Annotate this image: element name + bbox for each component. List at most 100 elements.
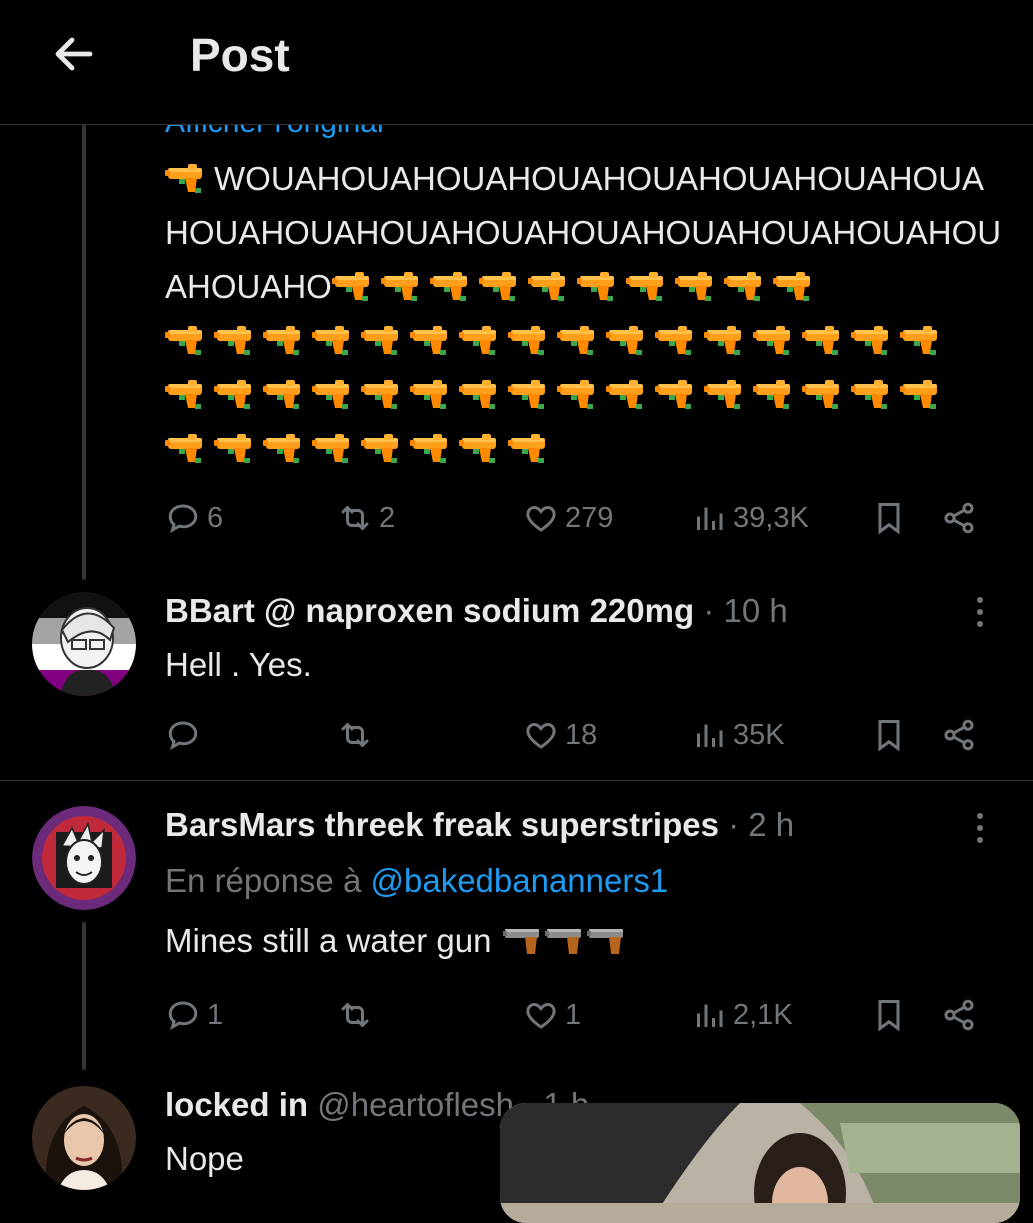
avatar-locked-in[interactable] [32,1086,136,1190]
reply-button[interactable]: 1 [165,993,223,1037]
views-button[interactable]: 35K [691,713,785,757]
share-icon [944,719,974,751]
bookmark-icon [878,720,900,752]
water-gun-icon [410,372,450,409]
reply-text: Nope [165,1140,244,1177]
water-gun-icon [900,318,940,355]
water-gun-icon [508,318,548,355]
more-icon [977,597,983,627]
reply-header: BarsMars threek freak superstripes · 2 h [165,806,794,844]
water-gun-icon [557,372,597,409]
water-gun-icon [655,318,695,355]
water-gun-icon [312,318,352,355]
bookmark-icon [878,503,900,535]
water-gun-icon [214,318,254,355]
water-gun-icon-rows [165,314,1005,476]
views-count: 2,1K [733,998,793,1031]
water-gun-icon [380,264,421,301]
water-gun-icon [674,264,715,301]
post-text: WOUAHOUAHOUAHOUAHOUAHOUAHOUAHOUAHOUAHOUA… [165,152,1005,476]
bookmark-icon [878,1000,900,1032]
views-button[interactable]: 2,1K [691,993,793,1037]
water-gun-icon [900,372,940,409]
water-gun-icon [704,372,744,409]
water-gun-icon [753,372,793,409]
water-gun-icon [312,372,352,409]
avatar-bbart[interactable] [32,592,136,696]
water-gun-icon [625,264,666,301]
bookmark-button[interactable] [871,713,907,757]
share-icon [944,999,974,1031]
water-gun-icon [165,426,205,463]
floating-video-player[interactable] [500,1103,1020,1223]
divider [0,780,1033,781]
reply-button[interactable]: 6 [165,496,223,540]
water-gun-icon [459,372,499,409]
replying-to-label: En réponse à [165,862,362,899]
reply-button[interactable] [165,713,207,757]
water-gun-icon [214,426,254,463]
water-gun-icon [802,318,842,355]
water-gun-icon [772,264,813,301]
water-gun-icon [263,318,303,355]
reply-count: 6 [207,501,224,534]
post-time[interactable]: · 2 h [728,806,794,843]
pistol-icon [502,926,543,956]
water-gun-row [165,368,1005,422]
mention-link[interactable]: @bakedbananners1 [370,862,668,899]
share-button[interactable] [941,713,977,757]
thread-line-reply [82,922,86,1070]
water-gun-icon [723,264,764,301]
water-gun-icon [331,264,372,301]
water-gun-icon [508,372,548,409]
like-icon [526,505,556,532]
replying-to: En réponse à @bakedbananners1 [165,862,668,900]
bookmark-button[interactable] [871,496,907,540]
water-gun-icon [361,318,401,355]
pistol-icon [586,926,627,956]
reply-icon [168,1001,198,1031]
water-gun-icon [704,318,744,355]
post-time[interactable]: · 10 h [703,592,787,629]
like-button[interactable]: 279 [523,496,613,540]
back-arrow-icon [55,37,93,71]
avatar-barsmars[interactable] [32,806,136,910]
water-gun-icon [165,156,205,193]
water-gun-icon [459,318,499,355]
water-gun-icon [527,264,568,301]
repost-button[interactable] [337,713,379,757]
views-button[interactable]: 39,3K [691,496,809,540]
water-gun-icon [459,426,499,463]
more-icon [977,813,983,843]
more-button[interactable] [966,808,994,852]
water-gun-icon [753,318,793,355]
water-gun-icon [410,318,450,355]
more-button[interactable] [966,592,994,636]
reply-icon [168,721,198,751]
share-icon [944,502,974,534]
like-button[interactable]: 18 [523,713,597,757]
water-gun-icon [429,264,470,301]
repost-icon [341,723,369,747]
water-gun-icon [165,372,205,409]
share-button[interactable] [941,993,977,1037]
reply-header: BBart @ naproxen sodium 220mg · 10 h [165,592,788,630]
like-count: 18 [565,718,598,751]
pistol-icons [501,922,627,959]
repost-count: 2 [379,501,396,534]
repost-button[interactable] [337,993,379,1037]
author-name[interactable]: locked in [165,1086,308,1123]
like-button[interactable]: 1 [523,993,581,1037]
author-name[interactable]: BBart @ naproxen sodium 220mg [165,592,694,629]
share-button[interactable] [941,496,977,540]
views-count: 39,3K [733,501,809,534]
pistol-icon [544,926,585,956]
repost-button[interactable]: 2 [337,496,395,540]
water-gun-icon [851,372,891,409]
author-name[interactable]: BarsMars threek freak superstripes [165,806,719,843]
water-gun-icon [655,372,695,409]
bookmark-button[interactable] [871,993,907,1037]
water-gun-row [165,422,1005,476]
back-button[interactable] [50,30,98,78]
like-count: 279 [565,501,614,534]
